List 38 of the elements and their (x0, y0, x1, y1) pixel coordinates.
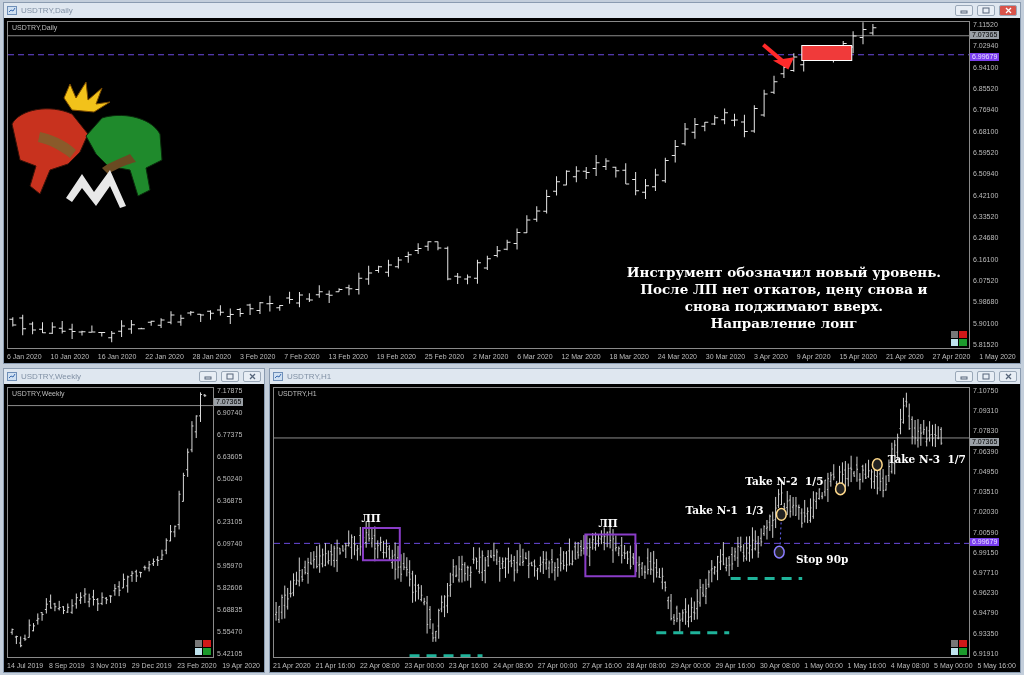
marker-circle-icon (773, 545, 785, 559)
window-title: USDTRY,H1 (287, 372, 333, 381)
marker-circle-icon (871, 458, 883, 472)
range-label: ЛП (361, 512, 381, 525)
take-profit-label: Take N-2 1/5 (745, 475, 824, 488)
maximize-icon (982, 7, 990, 14)
chart-window-icon (7, 6, 17, 15)
close-button[interactable] (999, 5, 1017, 16)
close-button[interactable] (999, 371, 1017, 382)
maximize-button[interactable] (221, 371, 239, 382)
maximize-icon (226, 373, 234, 380)
range-box (361, 526, 401, 562)
minimize-icon (960, 7, 968, 14)
maximize-button[interactable] (977, 371, 995, 382)
take-profit-label: Take N-1 1/3 (685, 504, 764, 517)
minimize-icon (204, 373, 212, 380)
close-icon (248, 373, 256, 380)
minimize-icon (960, 373, 968, 380)
maximize-button[interactable] (977, 5, 995, 16)
close-icon (1004, 373, 1012, 380)
minimize-button[interactable] (955, 5, 973, 16)
range-label: ЛП (598, 516, 618, 529)
range-box (584, 533, 637, 578)
minimize-button[interactable] (955, 371, 973, 382)
marker-circle-icon (775, 507, 787, 522)
window-title: USDTRY,Weekly (21, 372, 83, 381)
stop-label: Stop 90р (795, 552, 849, 565)
close-icon (1004, 7, 1012, 14)
marker-circle-icon (834, 482, 847, 496)
arrow-icon (762, 43, 795, 70)
close-button[interactable] (243, 371, 261, 382)
minimize-button[interactable] (199, 371, 217, 382)
maximize-icon (982, 373, 990, 380)
analysis-note: Инструмент обозначил новый уровень. После ЛП нет откатов, цену снова и снова поджимают вверх. Направление лонг (626, 264, 941, 332)
chart-window-icon (7, 372, 17, 381)
window-title: USDTRY,Daily (21, 6, 74, 15)
target-zone-box (801, 44, 853, 61)
chart-window-icon (273, 372, 283, 381)
